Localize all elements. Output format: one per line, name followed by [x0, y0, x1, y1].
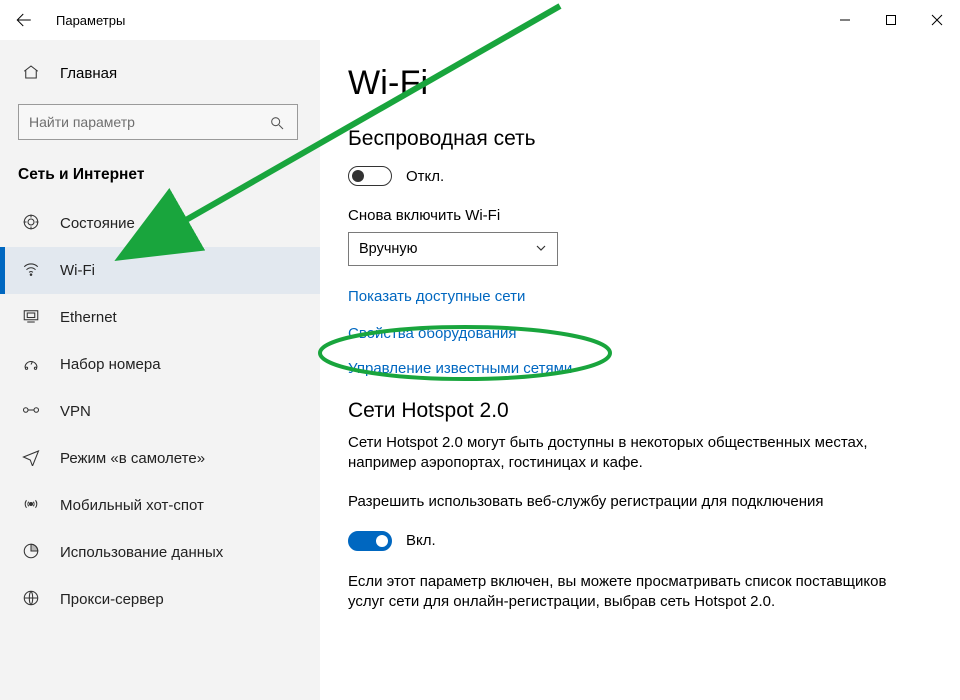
sidebar-item-ethernet[interactable]: Ethernet	[0, 294, 320, 341]
wifi-toggle-row: Откл.	[348, 161, 940, 191]
search-input-wrap[interactable]	[18, 104, 298, 140]
search-icon	[265, 105, 289, 141]
close-button[interactable]	[914, 0, 960, 40]
wifi-toggle-label: Откл.	[406, 168, 444, 185]
sidebar-item-label: VPN	[60, 403, 91, 420]
minimize-button[interactable]	[822, 0, 868, 40]
sidebar-item-dialup[interactable]: Набор номера	[0, 341, 320, 388]
toggle-knob	[376, 535, 388, 547]
sidebar-item-label: Состояние	[60, 215, 135, 232]
hotspot2-desc2: Если этот параметр включен, вы можете пр…	[348, 572, 898, 613]
sidebar-item-wifi[interactable]: Wi-Fi	[0, 247, 320, 294]
window-controls	[822, 0, 960, 40]
reenable-select-value: Вручную	[359, 241, 418, 257]
vpn-icon	[20, 403, 42, 420]
back-arrow-icon	[15, 11, 33, 29]
search-input[interactable]	[19, 105, 297, 139]
sidebar-item-label: Использование данных	[60, 544, 223, 561]
chevron-down-icon	[535, 241, 547, 257]
heading-wireless: Беспроводная сеть	[348, 127, 940, 151]
sidebar-item-label: Ethernet	[60, 309, 117, 326]
proxy-icon	[20, 589, 42, 610]
sidebar-item-airplane[interactable]: Режим «в самолете»	[0, 435, 320, 482]
heading-hotspot2: Сети Hotspot 2.0	[348, 399, 940, 423]
wifi-toggle[interactable]	[348, 166, 392, 186]
search-wrap	[0, 96, 320, 154]
sidebar: Главная Сеть и Интернет Состояние	[0, 40, 320, 700]
sidebar-section-title: Сеть и Интернет	[0, 154, 320, 194]
hotspot2-desc1: Сети Hotspot 2.0 могут быть доступны в н…	[348, 433, 898, 474]
toggle-knob	[352, 170, 364, 182]
ethernet-icon	[20, 307, 42, 328]
hotspot2-toggle[interactable]	[348, 531, 392, 551]
back-button[interactable]	[0, 0, 48, 40]
close-icon	[931, 14, 943, 26]
sidebar-item-label: Режим «в самолете»	[60, 450, 205, 467]
hotspot2-toggle-row: Вкл.	[348, 526, 940, 556]
sidebar-item-label: Wi-Fi	[60, 262, 95, 279]
airplane-icon	[20, 448, 42, 469]
page-title: Wi-Fi	[348, 64, 940, 103]
sidebar-home[interactable]: Главная	[0, 50, 320, 96]
link-known-networks[interactable]: Управление известными сетями	[348, 360, 572, 377]
sidebar-item-label: Прокси-сервер	[60, 591, 164, 608]
sidebar-item-label: Набор номера	[60, 356, 161, 373]
sidebar-item-vpn[interactable]: VPN	[0, 388, 320, 435]
hotspot2-toggle-label: Вкл.	[406, 532, 436, 549]
link-available-networks[interactable]: Показать доступные сети	[348, 288, 525, 305]
sidebar-nav: Состояние Wi-Fi Ethernet	[0, 194, 320, 623]
dialup-icon	[20, 354, 42, 375]
reenable-label: Снова включить Wi-Fi	[348, 207, 940, 224]
main-content: Wi-Fi Беспроводная сеть Откл. Снова вклю…	[320, 40, 960, 700]
window-title: Параметры	[56, 13, 125, 28]
sidebar-item-status[interactable]: Состояние	[0, 200, 320, 247]
sidebar-item-label: Мобильный хот-спот	[60, 497, 204, 514]
hotspot2-allow-label: Разрешить использовать веб-службу регист…	[348, 492, 898, 512]
maximize-icon	[885, 14, 897, 26]
status-icon	[20, 213, 42, 234]
sidebar-home-label: Главная	[60, 65, 117, 82]
hotspot-icon	[20, 495, 42, 516]
sidebar-item-datausage[interactable]: Использование данных	[0, 529, 320, 576]
wifi-icon	[20, 260, 42, 281]
titlebar: Параметры	[0, 0, 960, 40]
home-icon	[20, 63, 42, 84]
minimize-icon	[839, 14, 851, 26]
datausage-icon	[20, 542, 42, 563]
sidebar-item-proxy[interactable]: Прокси-сервер	[0, 576, 320, 623]
maximize-button[interactable]	[868, 0, 914, 40]
reenable-select[interactable]: Вручную	[348, 232, 558, 266]
link-hw-properties[interactable]: Свойства оборудования	[348, 325, 517, 342]
sidebar-item-hotspot[interactable]: Мобильный хот-спот	[0, 482, 320, 529]
